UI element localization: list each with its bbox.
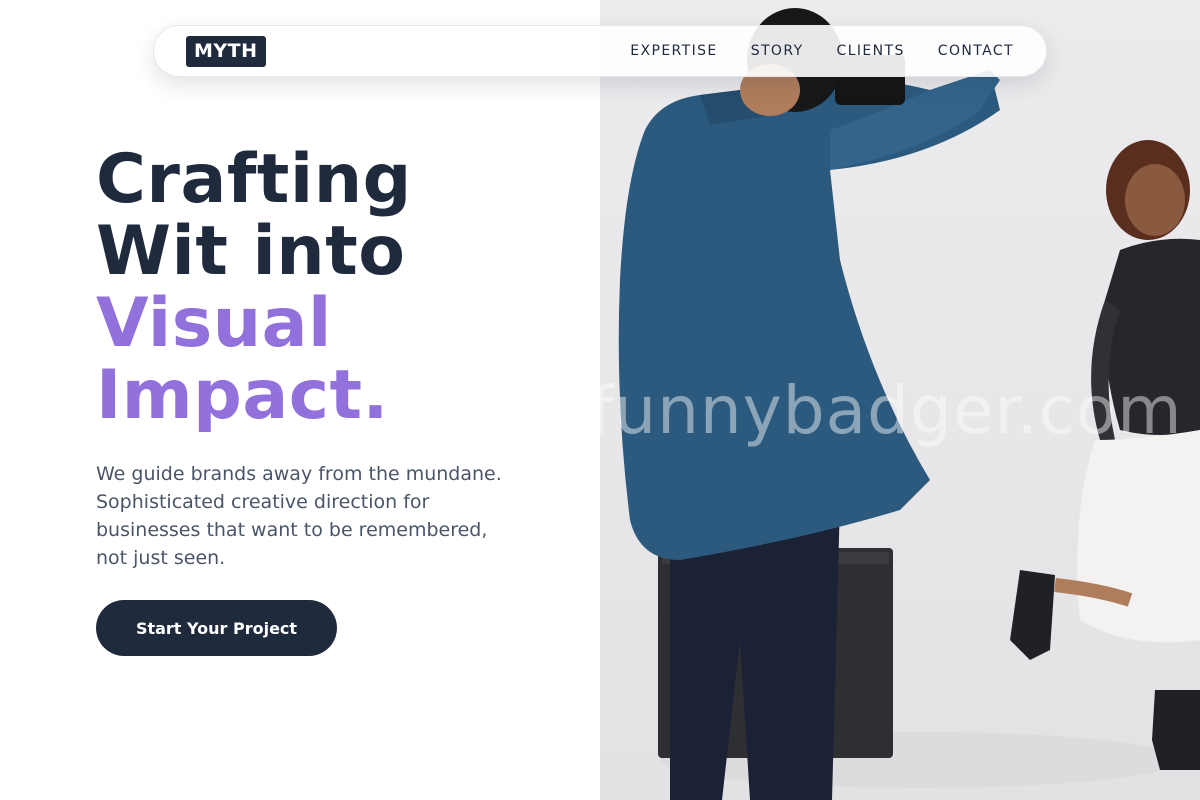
headline-line-2: Wit into	[96, 212, 406, 291]
nav-link-clients[interactable]: CLIENTS	[837, 43, 905, 59]
headline-line-1: Crafting	[96, 140, 412, 219]
photo-watermark: funnybadger.com	[600, 372, 1183, 449]
hero-section: Crafting Wit into Visual Impact. We guid…	[96, 144, 576, 572]
brand-logo[interactable]: MYTH	[186, 35, 266, 67]
nav-link-expertise[interactable]: EXPERTISE	[630, 43, 717, 59]
headline-line-3: Visual	[96, 284, 332, 363]
top-navbar: MYTH EXPERTISE STORY CLIENTS CONTACT	[153, 25, 1047, 77]
hero-headline: Crafting Wit into Visual Impact.	[96, 144, 576, 432]
hero-subtitle: We guide brands away from the mundane. S…	[96, 463, 502, 569]
nav-link-story[interactable]: STORY	[751, 43, 804, 59]
nav-menu: EXPERTISE STORY CLIENTS CONTACT	[630, 43, 1014, 59]
headline-line-4: Impact.	[96, 356, 389, 435]
nav-link-contact[interactable]: CONTACT	[938, 43, 1014, 59]
hero-photo: funnybadger.com	[600, 0, 1200, 800]
start-project-button[interactable]: Start Your Project	[96, 600, 337, 656]
